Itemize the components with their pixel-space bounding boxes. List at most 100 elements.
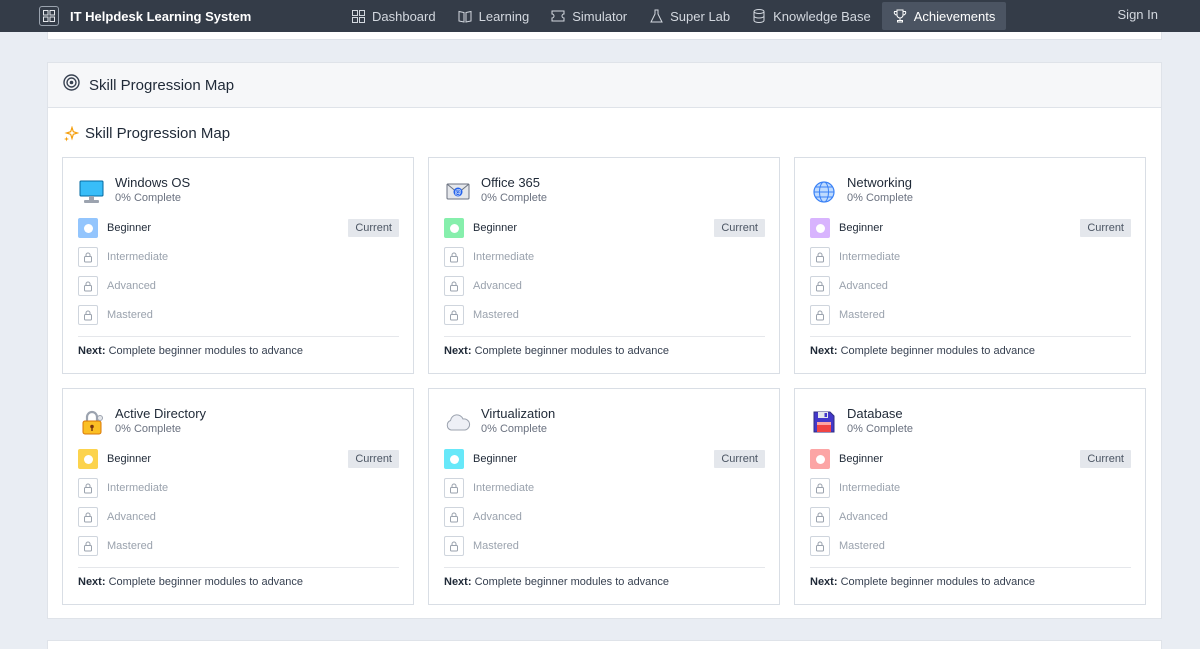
next-label: Next: bbox=[810, 576, 838, 588]
current-badge: Current bbox=[348, 219, 399, 237]
level-label: Mastered bbox=[839, 540, 885, 552]
skill-card-database[interactable]: Database 0% Complete Beginner Current In… bbox=[794, 388, 1146, 605]
skill-card-windows-os[interactable]: Windows OS 0% Complete Beginner Current … bbox=[62, 157, 414, 374]
next-text: Complete beginner modules to advance bbox=[474, 345, 670, 357]
skill-progress: 0% Complete bbox=[847, 192, 914, 204]
floppy-disk-icon bbox=[810, 408, 838, 436]
level-label: Advanced bbox=[473, 511, 522, 523]
skill-progress: 0% Complete bbox=[847, 423, 914, 435]
nav-knowledge-base[interactable]: Knowledge Base bbox=[741, 2, 882, 30]
nav-label: Achievements bbox=[913, 8, 996, 24]
brand-grid-icon bbox=[39, 6, 59, 26]
lock-icon bbox=[444, 478, 464, 498]
level-label: Advanced bbox=[839, 280, 888, 292]
nav-super-lab[interactable]: Super Lab bbox=[638, 2, 741, 30]
level-mastered: Mastered bbox=[810, 536, 1131, 565]
level-intermediate: Intermediate bbox=[444, 247, 765, 276]
skill-name: Windows OS bbox=[115, 175, 191, 190]
panel-header: Skill Progression Map bbox=[48, 63, 1161, 108]
level-advanced: Advanced bbox=[78, 507, 399, 536]
level-beginner: Beginner Current bbox=[444, 449, 765, 478]
divider bbox=[444, 336, 765, 337]
next-step: Next: Complete beginner modules to advan… bbox=[810, 576, 1035, 588]
current-badge: Current bbox=[1080, 450, 1131, 468]
next-text: Complete beginner modules to advance bbox=[108, 345, 304, 357]
nav-label: Knowledge Base bbox=[773, 8, 871, 24]
nav-label: Super Lab bbox=[670, 8, 731, 24]
level-dot bbox=[810, 218, 830, 238]
lock-icon bbox=[78, 536, 98, 556]
level-mastered: Mastered bbox=[78, 536, 399, 565]
ticket-icon bbox=[551, 9, 565, 23]
divider bbox=[810, 336, 1131, 337]
cloud-icon bbox=[444, 408, 472, 436]
app-title: IT Helpdesk Learning System bbox=[70, 8, 252, 24]
nav-achievements[interactable]: Achievements bbox=[881, 2, 1007, 30]
next-step: Next: Complete beginner modules to advan… bbox=[78, 576, 303, 588]
lock-icon bbox=[810, 247, 830, 267]
target-icon bbox=[63, 74, 80, 96]
level-label: Mastered bbox=[107, 309, 153, 321]
next-panel-top bbox=[47, 640, 1162, 649]
skill-card-networking[interactable]: Networking 0% Complete Beginner Current … bbox=[794, 157, 1146, 374]
level-beginner: Beginner Current bbox=[444, 218, 765, 247]
nav-learning[interactable]: Learning bbox=[447, 2, 541, 30]
skill-name: Virtualization bbox=[481, 406, 556, 421]
current-badge: Current bbox=[1080, 219, 1131, 237]
level-label: Advanced bbox=[473, 280, 522, 292]
next-label: Next: bbox=[810, 345, 838, 357]
nav-dashboard[interactable]: Dashboard bbox=[340, 2, 447, 30]
lock-icon bbox=[810, 305, 830, 325]
level-label: Beginner bbox=[473, 222, 518, 234]
nav-label: Simulator bbox=[572, 8, 628, 24]
level-mastered: Mastered bbox=[810, 305, 1131, 334]
level-label: Advanced bbox=[839, 511, 888, 523]
skill-card-office-365[interactable]: @ Office 365 0% Complete Beginner Curren… bbox=[428, 157, 780, 374]
section-heading: Skill Progression Map bbox=[63, 125, 230, 142]
main-nav: Dashboard Learning Simulator Super Lab K… bbox=[340, 0, 1007, 32]
level-label: Beginner bbox=[107, 222, 152, 234]
level-intermediate: Intermediate bbox=[78, 478, 399, 507]
current-badge: Current bbox=[348, 450, 399, 468]
level-dot bbox=[444, 449, 464, 469]
skill-card-active-directory[interactable]: Active Directory 0% Complete Beginner Cu… bbox=[62, 388, 414, 605]
level-intermediate: Intermediate bbox=[810, 247, 1131, 276]
level-label: Intermediate bbox=[107, 251, 169, 263]
nav-label: Dashboard bbox=[372, 8, 436, 24]
next-text: Complete beginner modules to advance bbox=[474, 576, 670, 588]
next-step: Next: Complete beginner modules to advan… bbox=[444, 345, 669, 357]
sign-in-link[interactable]: Sign In bbox=[1118, 7, 1158, 22]
level-advanced: Advanced bbox=[810, 276, 1131, 305]
level-advanced: Advanced bbox=[810, 507, 1131, 536]
next-step: Next: Complete beginner modules to advan… bbox=[810, 345, 1035, 357]
level-beginner: Beginner Current bbox=[810, 218, 1131, 247]
level-advanced: Advanced bbox=[444, 507, 765, 536]
level-label: Mastered bbox=[473, 540, 519, 552]
skill-progress: 0% Complete bbox=[481, 423, 548, 435]
lock-icon bbox=[810, 536, 830, 556]
next-label: Next: bbox=[78, 345, 106, 357]
lock-icon bbox=[444, 507, 464, 527]
level-label: Intermediate bbox=[473, 482, 535, 494]
level-mastered: Mastered bbox=[78, 305, 399, 334]
next-label: Next: bbox=[78, 576, 106, 588]
next-text: Complete beginner modules to advance bbox=[108, 576, 304, 588]
skill-card-virtualization[interactable]: Virtualization 0% Complete Beginner Curr… bbox=[428, 388, 780, 605]
envelope-icon: @ bbox=[444, 177, 472, 205]
level-label: Intermediate bbox=[107, 482, 169, 494]
skill-name: Database bbox=[847, 406, 903, 421]
monitor-icon bbox=[78, 177, 106, 205]
level-label: Advanced bbox=[107, 511, 156, 523]
lock-icon bbox=[78, 276, 98, 296]
skill-progression-panel: Skill Progression Map Skill Progression … bbox=[47, 62, 1162, 619]
brand[interactable]: IT Helpdesk Learning System bbox=[39, 6, 251, 26]
skill-name: Networking bbox=[847, 175, 913, 190]
nav-label: Learning bbox=[478, 8, 530, 24]
divider bbox=[444, 567, 765, 568]
nav-simulator[interactable]: Simulator bbox=[540, 2, 638, 30]
level-label: Beginner bbox=[473, 453, 518, 465]
level-mastered: Mastered bbox=[444, 305, 765, 334]
flask-icon bbox=[649, 9, 663, 23]
trophy-icon bbox=[893, 9, 907, 23]
divider bbox=[78, 567, 399, 568]
